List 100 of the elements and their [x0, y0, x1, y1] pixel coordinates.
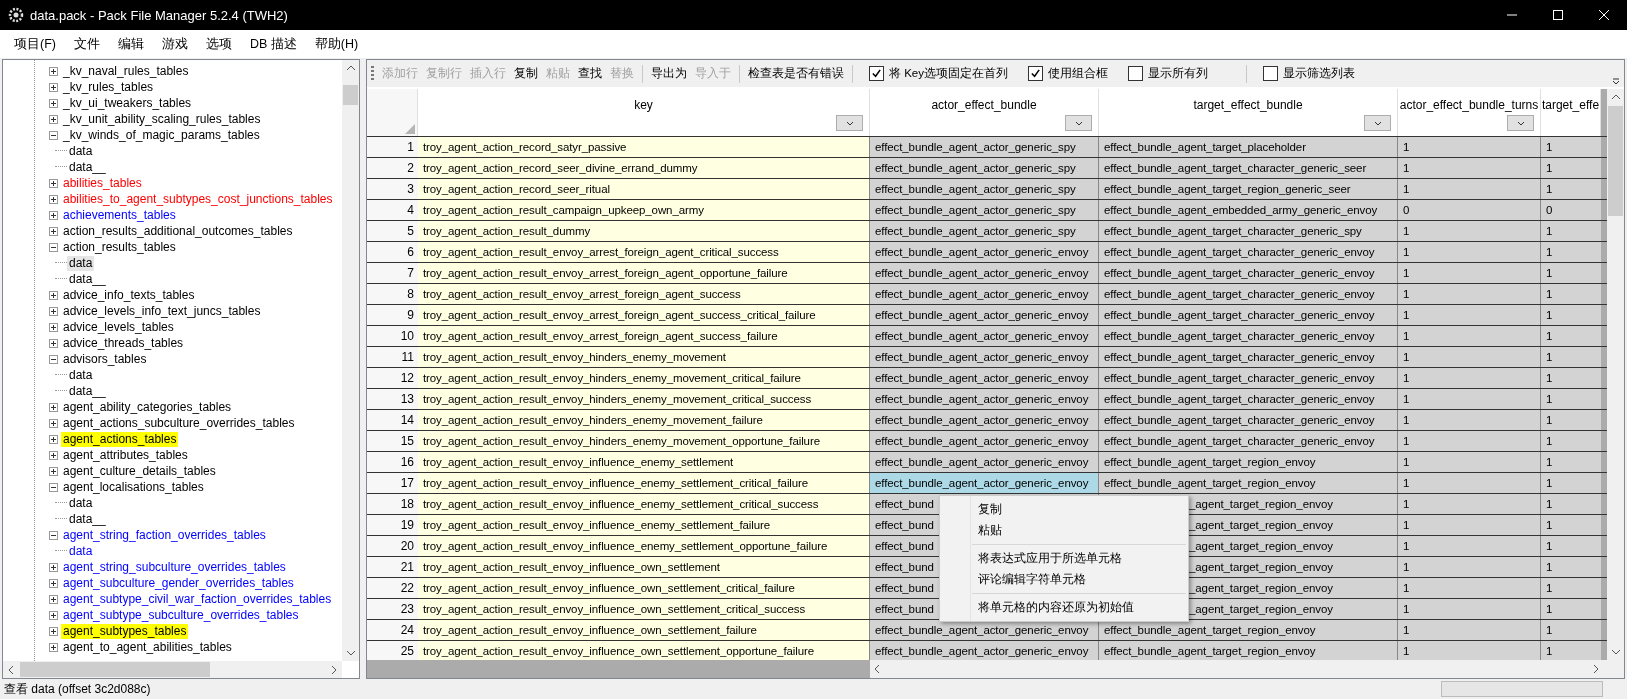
tree-item[interactable]: data__ — [67, 271, 108, 287]
tree-item[interactable]: action_results_tables — [61, 239, 178, 255]
scroll-left-icon[interactable] — [874, 664, 880, 674]
tree-item[interactable]: data — [67, 495, 95, 511]
expand-icon[interactable] — [49, 434, 58, 444]
scroll-up-icon[interactable] — [1610, 94, 1621, 100]
tree-item[interactable]: advice_levels_info_text_juncs_tables — [61, 303, 263, 319]
expand-icon[interactable] — [49, 114, 58, 124]
expand-icon[interactable] — [49, 290, 58, 300]
menu-item[interactable]: DB 描述 — [240, 32, 306, 56]
tree-item[interactable]: _kv_ui_tweakers_tables — [61, 95, 194, 111]
scrollbar-thumb[interactable] — [343, 85, 358, 105]
expand-icon[interactable] — [49, 626, 58, 636]
collapse-icon[interactable] — [49, 354, 58, 364]
tree-item[interactable]: agent_ability_categories_tables — [61, 399, 234, 415]
tree-item[interactable]: data — [67, 143, 95, 159]
tree-item[interactable]: abilities_to_agent_subtypes_cost_junctions_tables — [61, 191, 335, 207]
tree-item[interactable]: data__ — [67, 383, 108, 399]
menu-item[interactable]: 文件 — [64, 32, 109, 56]
tree-item[interactable]: agent_subtypes_tables — [61, 623, 189, 639]
expand-icon[interactable] — [49, 66, 58, 76]
tree-item[interactable]: advice_threads_tables — [61, 335, 186, 351]
collapse-icon[interactable] — [49, 530, 58, 540]
collapse-icon[interactable] — [49, 242, 58, 252]
collapse-icon[interactable] — [49, 130, 58, 140]
expand-icon[interactable] — [49, 642, 58, 652]
tree-item[interactable]: _kv_rules_tables — [61, 79, 156, 95]
column-header[interactable]: actor_effect_bundle — [870, 89, 1099, 136]
checkbox[interactable] — [869, 66, 884, 81]
menu-item[interactable]: 项目(F) — [5, 32, 65, 56]
scroll-left-icon[interactable] — [8, 664, 14, 675]
column-header[interactable]: target_effect_bundle — [1099, 89, 1398, 136]
expand-icon[interactable] — [49, 306, 58, 316]
expand-icon[interactable] — [49, 82, 58, 92]
tree-item[interactable]: data__ — [67, 511, 108, 527]
tree-item[interactable]: data — [67, 255, 95, 271]
tree-item[interactable]: agent_subtype_subculture_overrides_tables — [61, 607, 301, 623]
expand-icon[interactable] — [49, 210, 58, 220]
expand-icon[interactable] — [49, 594, 58, 604]
tree-item[interactable]: agent_actions_subculture_overrides_tables — [61, 415, 297, 431]
tree-item[interactable]: agent_to_agent_abilities_tables — [61, 639, 234, 655]
tree-item[interactable]: agent_culture_details_tables — [61, 463, 218, 479]
expand-icon[interactable] — [49, 194, 58, 204]
toolbar-button[interactable]: 导出为 — [647, 64, 691, 83]
tree-item[interactable]: _kv_naval_rules_tables — [61, 63, 191, 79]
menu-item[interactable]: 编辑 — [108, 32, 153, 56]
tree-item[interactable]: agent_attributes_tables — [61, 447, 190, 463]
overflow-icon[interactable] — [1612, 77, 1620, 85]
expand-icon[interactable] — [49, 450, 58, 460]
checkbox[interactable] — [1263, 66, 1278, 81]
scrollbar-thumb[interactable] — [1608, 106, 1623, 216]
tree-item[interactable]: achievements_tables — [61, 207, 178, 223]
menu-item[interactable]: 选项 — [196, 32, 241, 56]
expand-icon[interactable] — [49, 562, 58, 572]
scrollbar[interactable] — [342, 60, 359, 661]
expand-icon[interactable] — [49, 98, 58, 108]
toolbar-button[interactable]: 复制 — [510, 64, 542, 83]
tree-item[interactable]: advice_levels_tables — [61, 319, 176, 335]
menu-item[interactable]: 游戏 — [152, 32, 197, 56]
tree-item[interactable]: advice_info_texts_tables — [61, 287, 197, 303]
scrollbar[interactable] — [3, 661, 342, 678]
column-header[interactable]: key — [418, 89, 870, 136]
tree-item[interactable]: action_results_additional_outcomes_tables — [61, 223, 295, 239]
tree-item[interactable]: advisors_tables — [61, 351, 149, 367]
scroll-right-icon[interactable] — [1593, 664, 1599, 674]
toolbar-button[interactable]: 查找 — [574, 64, 606, 83]
expand-icon[interactable] — [49, 178, 58, 188]
tree-item[interactable]: data — [67, 543, 95, 559]
scrollbar-thumb[interactable] — [20, 662, 210, 677]
tree-item[interactable]: data__ — [67, 159, 108, 175]
scroll-down-icon[interactable] — [1610, 649, 1621, 655]
tree-item[interactable]: _kv_winds_of_magic_params_tables — [61, 127, 262, 143]
tree-item[interactable]: data — [67, 367, 95, 383]
menu-item[interactable]: 帮助(H) — [305, 32, 368, 56]
tree-item[interactable]: abilities_tables — [61, 175, 144, 191]
checkbox[interactable] — [1028, 66, 1043, 81]
scrollbar-thumb[interactable] — [367, 660, 870, 678]
tree-item[interactable]: agent_subculture_gender_overrides_tables — [61, 575, 296, 591]
tree-item[interactable]: agent_string_subculture_overrides_tables — [61, 559, 288, 575]
expand-icon[interactable] — [49, 338, 58, 348]
scroll-up-icon[interactable] — [345, 65, 356, 71]
tree-item[interactable]: agent_subtype_civil_war_faction_overrides_tables — [61, 591, 334, 607]
expand-icon[interactable] — [49, 226, 58, 236]
scroll-down-icon[interactable] — [345, 650, 356, 656]
collapse-icon[interactable] — [49, 482, 58, 492]
expand-icon[interactable] — [49, 418, 58, 428]
checkbox[interactable] — [1128, 66, 1143, 81]
expand-icon[interactable] — [49, 610, 58, 620]
tree-item[interactable]: agent_localisations_tables — [61, 479, 206, 495]
column-header[interactable]: actor_effect_bundle_turns — [1398, 89, 1541, 136]
scrollbar[interactable] — [1607, 89, 1624, 660]
expand-icon[interactable] — [49, 322, 58, 332]
tree-item[interactable]: agent_actions_tables — [61, 431, 179, 447]
scroll-right-icon[interactable] — [331, 664, 337, 675]
toolbar-button[interactable]: 检查表是否有错误 — [744, 64, 848, 83]
expand-icon[interactable] — [49, 578, 58, 588]
tree-item[interactable]: _kv_unit_ability_scaling_rules_tables — [61, 111, 263, 127]
expand-icon[interactable] — [49, 466, 58, 476]
column-header[interactable]: target_effe — [1541, 89, 1601, 136]
expand-icon[interactable] — [49, 402, 58, 412]
